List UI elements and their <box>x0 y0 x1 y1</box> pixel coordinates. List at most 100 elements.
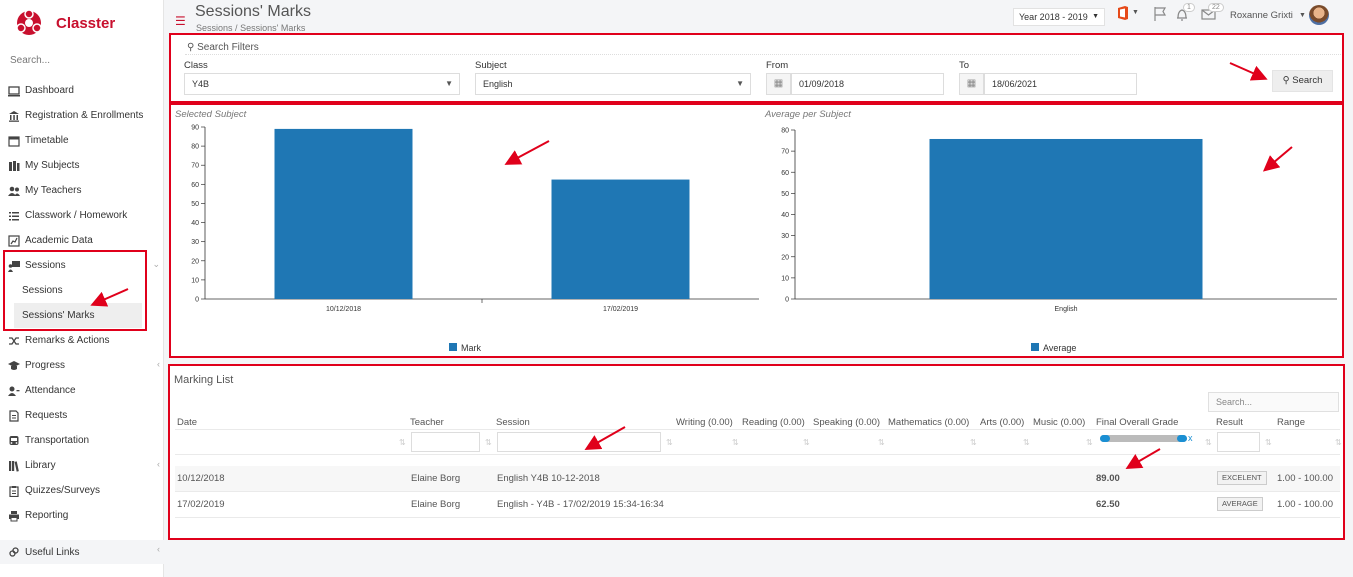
sidebar-item-my-teachers[interactable]: My Teachers <box>0 178 164 203</box>
x-tick-label: 10/12/2018 <box>326 306 361 313</box>
col-speaking[interactable]: Speaking (0.00) <box>813 417 880 428</box>
sidebar-item-registration[interactable]: Registration & Enrollments <box>0 103 164 128</box>
teacher-filter-input[interactable] <box>411 432 480 452</box>
bus-icon <box>8 435 20 447</box>
y-tick-label: 70 <box>781 149 789 156</box>
col-teacher[interactable]: Teacher <box>410 417 444 428</box>
sort-icon[interactable]: ⇅ <box>485 438 492 447</box>
sidebar-item-library[interactable]: Library ‹ <box>0 453 164 478</box>
calendar-icon[interactable]: ▦ <box>766 73 791 95</box>
sort-icon[interactable]: ⇅ <box>666 438 673 447</box>
breadcrumb-sessions[interactable]: Sessions <box>196 23 233 33</box>
sort-icon[interactable]: ⇅ <box>1086 438 1093 447</box>
cell-grade: 89.00 <box>1096 473 1120 484</box>
sidebar-item-label: Classwork / Homework <box>25 210 128 221</box>
useful-links-label: Useful Links <box>25 546 80 558</box>
chart-title: Average per Subject <box>764 109 851 120</box>
charts-panel: Selected Subject 0 10 20 30 40 50 60 70 80 90 10/12… <box>169 103 1344 358</box>
avatar[interactable] <box>1309 5 1329 25</box>
col-reading[interactable]: Reading (0.00) <box>742 417 805 428</box>
search-icon: ⚲ <box>187 42 195 53</box>
col-result[interactable]: Result <box>1216 417 1243 428</box>
marking-search-input[interactable]: Search... <box>1208 392 1339 412</box>
class-select[interactable]: Y4B ▼ <box>184 73 460 95</box>
laptop-icon <box>8 85 20 97</box>
col-final-grade[interactable]: Final Overall Grade <box>1096 417 1178 428</box>
sort-icon[interactable]: ⇅ <box>1265 438 1272 447</box>
caret-down-icon[interactable]: ▼ <box>1299 12 1306 19</box>
library-icon <box>8 460 20 472</box>
sidebar-item-useful-links[interactable]: Useful Links ‹ <box>0 540 164 564</box>
calendar-icon[interactable]: ▦ <box>959 73 984 95</box>
sidebar-item-transportation[interactable]: Transportation <box>0 428 164 453</box>
sidebar-item-quizzes[interactable]: Quizzes/Surveys <box>0 478 164 503</box>
to-date-input[interactable]: 18/06/2021 <box>984 73 1137 95</box>
sidebar-item-classwork[interactable]: Classwork / Homework <box>0 203 164 228</box>
table-row[interactable]: 10/12/2018 Elaine Borg English Y4B 10-12… <box>175 466 1340 491</box>
sort-icon[interactable]: ⇅ <box>1205 438 1212 447</box>
sidebar-item-my-subjects[interactable]: My Subjects <box>0 153 164 178</box>
sort-icon[interactable]: ⇅ <box>803 438 810 447</box>
sort-icon[interactable]: ⇅ <box>732 438 739 447</box>
sort-icon[interactable]: ⇅ <box>878 438 885 447</box>
slider-clear-icon[interactable]: x <box>1188 433 1193 443</box>
col-session[interactable]: Session <box>496 417 530 428</box>
search-icon: ⚲ <box>1282 75 1290 86</box>
sidebar-item-label: My Subjects <box>25 160 80 171</box>
subject-select[interactable]: English ▼ <box>475 73 751 95</box>
col-mathematics[interactable]: Mathematics (0.00) <box>888 417 969 428</box>
col-arts[interactable]: Arts (0.00) <box>980 417 1024 428</box>
col-music[interactable]: Music (0.00) <box>1033 417 1085 428</box>
search-button-label: Search <box>1292 75 1323 86</box>
result-badge: EXCELENT <box>1217 471 1267 485</box>
caret-down-icon[interactable]: ▼ <box>1132 9 1139 16</box>
user-name[interactable]: Roxanne Grixti <box>1230 10 1293 21</box>
page-title: Sessions' Marks <box>195 3 311 20</box>
sidebar-item-label: Timetable <box>25 135 69 146</box>
sidebar-search-input[interactable]: Search... <box>10 55 155 66</box>
messages-badge: 22 <box>1208 3 1224 12</box>
slider-handle-min[interactable] <box>1100 435 1110 442</box>
slider-handle-max[interactable] <box>1177 435 1187 442</box>
flag-icon[interactable] <box>1153 6 1167 25</box>
table-row[interactable]: 17/02/2019 Elaine Borg English - Y4B - 1… <box>175 492 1340 517</box>
sidebar-item-reporting[interactable]: Reporting <box>0 503 164 528</box>
from-date-input[interactable]: 01/09/2018 <box>791 73 944 95</box>
cell-session: English - Y4B - 17/02/2019 15:34-16:34 <box>497 499 664 510</box>
sidebar-item-progress[interactable]: Progress ‹ <box>0 353 164 378</box>
col-date[interactable]: Date <box>177 417 197 428</box>
sessions-highlight-box <box>3 250 147 331</box>
sidebar-item-requests[interactable]: Requests <box>0 403 164 428</box>
sidebar-item-dashboard[interactable]: Dashboard <box>0 78 164 103</box>
brand[interactable]: Classter <box>14 8 115 38</box>
link-icon <box>8 546 20 558</box>
caret-down-icon: ▼ <box>1092 13 1099 20</box>
sidebar-item-remarks[interactable]: Remarks & Actions <box>0 328 164 353</box>
hamburger-menu-icon[interactable]: ☰ <box>175 14 186 28</box>
sidebar-item-label: Remarks & Actions <box>25 335 110 346</box>
grade-range-slider[interactable] <box>1100 435 1187 442</box>
year-select[interactable]: Year 2018 - 2019 ▼ <box>1013 8 1105 26</box>
y-tick-label: 20 <box>191 258 199 265</box>
sort-icon[interactable]: ⇅ <box>970 438 977 447</box>
y-tick-label: 10 <box>781 275 789 282</box>
classter-logo-icon <box>14 8 44 38</box>
col-writing[interactable]: Writing (0.00) <box>676 417 733 428</box>
institution-icon <box>8 110 20 122</box>
session-filter-input[interactable] <box>497 432 661 452</box>
result-filter-input[interactable] <box>1217 432 1260 452</box>
sort-icon[interactable]: ⇅ <box>1335 438 1342 447</box>
sort-icon[interactable]: ⇅ <box>399 438 406 447</box>
sort-icon[interactable]: ⇅ <box>1023 438 1030 447</box>
file-icon <box>8 409 20 422</box>
user-check-icon <box>8 385 20 397</box>
office-icon[interactable] <box>1116 5 1130 24</box>
cell-date: 17/02/2019 <box>177 499 225 510</box>
chart-icon <box>8 234 20 247</box>
sidebar-item-timetable[interactable]: Timetable <box>0 128 164 153</box>
col-range[interactable]: Range <box>1277 417 1305 428</box>
bar <box>929 138 1203 299</box>
search-button[interactable]: ⚲ Search <box>1272 70 1333 92</box>
divider <box>185 54 1341 55</box>
sidebar-item-attendance[interactable]: Attendance <box>0 378 164 403</box>
